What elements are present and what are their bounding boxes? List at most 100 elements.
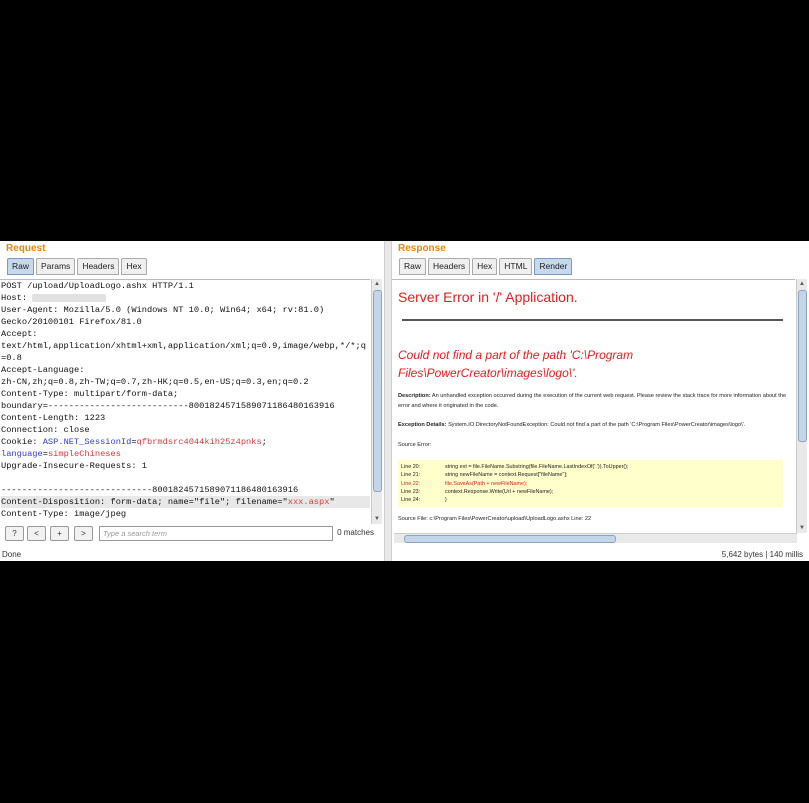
source-line-number: Line 20: [401, 464, 421, 470]
horizontal-scroll-thumb[interactable] [404, 535, 616, 543]
next-match-button[interactable]: > [74, 526, 93, 541]
scroll-up-icon[interactable]: ▲ [373, 280, 381, 288]
scroll-up-icon[interactable]: ▲ [798, 280, 806, 288]
source-error-label-text: Source Error: [398, 441, 432, 448]
source-line-number: Line 21: [401, 472, 421, 479]
server-error-heading: Server Error in '/' Application. [398, 289, 578, 305]
request-line: boundary=---------------------------8001… [1, 400, 370, 412]
request-line [1, 472, 370, 484]
request-line: =0.8 [1, 352, 370, 364]
add-button[interactable]: + [50, 526, 69, 541]
redacted-host [32, 293, 107, 302]
request-line-segment: =0.8 [1, 353, 22, 363]
source-code-box: Line 20: string ext = file.FileName.Subst… [398, 460, 783, 508]
exception-text: System.IO.DirectoryNotFoundException: Co… [448, 422, 746, 428]
request-line-segment: Content-Type: image/jpeg [1, 509, 127, 519]
request-line: Cookie: ASP.NET_SessionId=qfbrmdsrc4044k… [1, 436, 370, 448]
source-line: Line 24:} [401, 496, 780, 504]
request-line: Content-Type: multipart/form-data; [1, 388, 370, 400]
request-search-bar: ? < + > Type a search term 0 matches [0, 524, 384, 543]
response-title: Response [398, 243, 446, 254]
request-line: -----------------------------80018245715… [1, 484, 370, 496]
response-vertical-scrollbar[interactable]: ▲ ▼ [796, 279, 807, 533]
request-line-segment: ASP.NET_SessionId [42, 437, 132, 447]
scroll-down-icon[interactable]: ▼ [373, 515, 381, 523]
request-line: Connection: close [1, 424, 370, 436]
request-line-segment: User-Agent: Mozilla/5.0 (Windows NT 10.0… [1, 305, 325, 315]
response-tab-hex[interactable]: Hex [472, 258, 498, 275]
request-line-segment: simpleChineses [47, 449, 121, 459]
request-line-segment: qfbrmdsrc4044kih25z4pnks [136, 437, 262, 447]
request-line-segment: zh-CN,zh;q=0.8,zh-TW;q=0.7,zh-HK;q=0.5,e… [1, 377, 309, 387]
request-line-segment: language [1, 449, 43, 459]
request-line-segment: " [329, 497, 335, 507]
request-tab-raw[interactable]: Raw [7, 258, 35, 275]
error-message-line-1: Could not find a part of the path 'C:\Pr… [398, 348, 634, 362]
request-line-segment: xxx.aspx [287, 497, 330, 507]
response-tab-raw[interactable]: Raw [399, 258, 427, 275]
request-line: text/html,application/xhtml+xml,applicat… [1, 340, 370, 352]
request-status-text: Done [2, 550, 22, 559]
request-pane: Request Raw Params Headers Hex POST /upl… [0, 241, 384, 561]
help-button[interactable]: ? [5, 526, 24, 541]
response-render-view: Server Error in '/' Application. Could n… [392, 279, 795, 533]
scroll-thumb[interactable] [373, 290, 382, 492]
request-line: Content-Type: image/jpeg [1, 508, 370, 520]
request-line-segment: ; [261, 437, 267, 447]
request-line: zh-CN,zh;q=0.8,zh-TW;q=0.7,zh-HK;q=0.5,e… [1, 376, 370, 388]
response-tabs: Raw Headers Hex HTML Render [399, 258, 573, 275]
request-line-segment: Content-Type: multipart/form-data; [1, 389, 179, 399]
exception-details: Exception Details: System.IO.DirectoryNo… [398, 421, 787, 431]
request-line-segment: text/html,application/xhtml+xml,applicat… [1, 341, 366, 351]
source-file: Source File: c:\Program Files\PowerCreat… [398, 516, 592, 523]
response-tab-headers[interactable]: Headers [428, 258, 471, 275]
request-line: Upgrade-Insecure-Requests: 1 [1, 460, 370, 472]
search-input[interactable]: Type a search term [99, 526, 333, 541]
request-line: language=simpleChineses [1, 448, 370, 460]
source-line-error: Line 22: file.SaveAs(Path + newFileName); [401, 480, 780, 488]
burp-repeater-panel: Request Raw Params Headers Hex POST /upl… [0, 241, 809, 561]
source-line-code: } [445, 497, 447, 504]
response-tab-render[interactable]: Render [534, 258, 573, 275]
request-line-segment: Content-Length: 1223 [1, 413, 106, 423]
request-line-segment: POST /upload/UploadLogo.ashx HTTP/1.1 [1, 281, 194, 291]
request-line: Gecko/20100101 Firefox/81.0 [1, 316, 370, 328]
source-line-number: Line 22: [401, 480, 421, 487]
request-tabs: Raw Params Headers Hex [7, 258, 147, 275]
rendered-error-page: Server Error in '/' Application. Could n… [392, 280, 795, 525]
request-line: User-Agent: Mozilla/5.0 (Windows NT 10.0… [1, 304, 370, 316]
request-line-segment: Accept-Language: [1, 365, 85, 375]
match-count: 0 matches [337, 528, 374, 537]
request-title: Request [6, 243, 46, 254]
request-editor[interactable]: POST /upload/UploadLogo.ashx HTTP/1.1 Hos… [0, 279, 370, 524]
request-raw-text[interactable]: POST /upload/UploadLogo.ashx HTTP/1.1 Hos… [0, 280, 370, 520]
heading-rule [402, 319, 783, 321]
pane-splitter[interactable] [384, 241, 392, 561]
request-tab-params[interactable]: Params [36, 258, 76, 275]
request-line-segment: -----------------------------80018245715… [1, 485, 299, 495]
source-line-code: string ext = file.FileName.Substring(fil… [445, 464, 629, 470]
response-tab-html[interactable]: HTML [499, 258, 533, 275]
request-line: Host: [1, 292, 370, 304]
request-line-segment: Connection: close [1, 425, 90, 435]
request-line: Accept-Language: [1, 364, 370, 376]
request-line: POST /upload/UploadLogo.ashx HTTP/1.1 [1, 280, 370, 292]
previous-match-button[interactable]: < [27, 526, 46, 541]
description-label: Description: [398, 393, 431, 399]
response-horizontal-scrollbar[interactable] [394, 533, 797, 543]
response-status-text: 5,642 bytes | 140 millis [721, 550, 803, 559]
source-line-number: Line 24: [401, 497, 421, 504]
scroll-thumb[interactable] [798, 290, 807, 442]
request-line: Content-Disposition: form-data; name="fi… [1, 496, 370, 508]
error-message: Could not find a part of the path 'C:\Pr… [398, 346, 787, 382]
request-vertical-scrollbar[interactable]: ▲ ▼ [371, 279, 382, 524]
description-text: An unhandled exception occurred during t… [398, 393, 787, 409]
source-line-code: context.Response.Write(Url + newFileName… [445, 488, 554, 495]
request-tab-headers[interactable]: Headers [77, 258, 120, 275]
request-line-segment: boundary=---------------------------8001… [1, 401, 335, 411]
request-line: Accept: [1, 328, 370, 340]
request-line-segment: Host: [1, 293, 33, 303]
scroll-down-icon[interactable]: ▼ [798, 524, 806, 532]
exception-label: Exception Details: [398, 422, 447, 428]
request-tab-hex[interactable]: Hex [121, 258, 147, 275]
